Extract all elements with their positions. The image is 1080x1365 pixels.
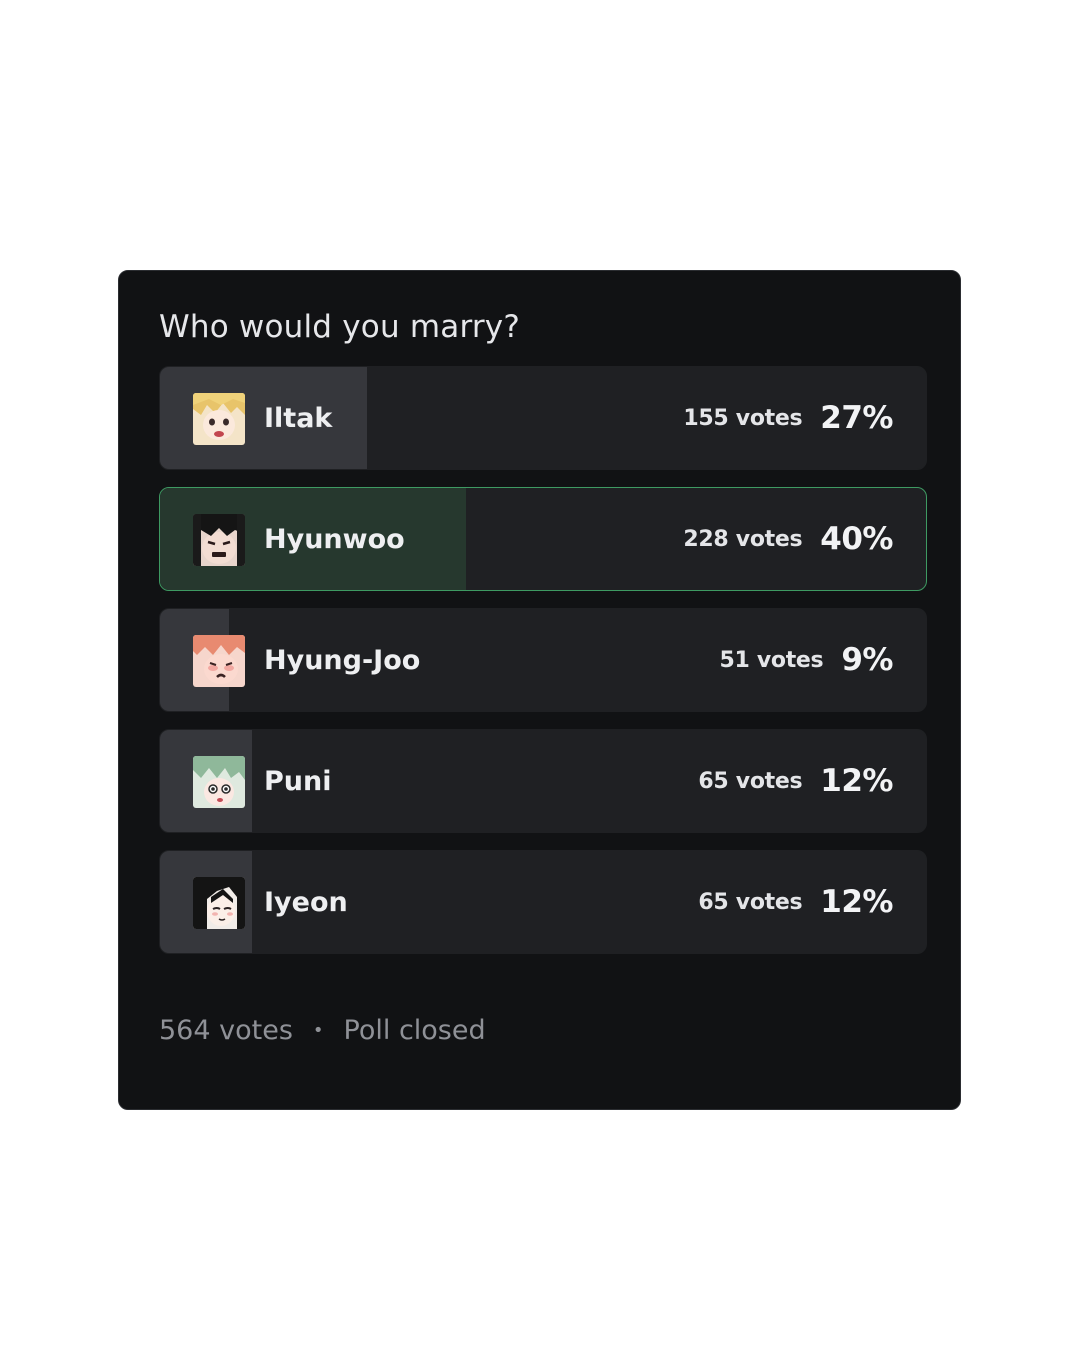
poll-answer-percent: 12%	[820, 763, 893, 799]
poll-answer-label: Puni	[264, 765, 332, 797]
poll-answer-stats: 228 votes 40%	[683, 488, 893, 590]
poll-answer-hyunwoo[interactable]: Hyunwoo 228 votes 40%	[159, 487, 927, 591]
poll-question: Who would you marry?	[159, 309, 520, 345]
green-hair-character-avatar	[193, 756, 245, 808]
poll-answer-percent: 12%	[820, 884, 893, 920]
poll-answer-label: Iyeon	[264, 886, 348, 918]
poll-answer-percent: 40%	[820, 521, 893, 557]
poll-answers: Iltak 155 votes 27% Hyunwoo 228 votes 40…	[159, 366, 927, 971]
poll-status: Poll closed	[343, 1015, 486, 1046]
poll-answer-votes: 65 votes	[698, 768, 803, 794]
poll-answer-label: Hyunwoo	[264, 523, 405, 555]
dark-hair-character-avatar	[193, 514, 245, 566]
poll-footer: 564 votes • Poll closed	[159, 1015, 486, 1046]
poll-answer-stats: 155 votes 27%	[683, 367, 893, 469]
poll-answer-stats: 65 votes 12%	[698, 730, 893, 832]
red-hair-character-avatar	[193, 635, 245, 687]
poll-answer-votes: 65 votes	[698, 889, 803, 915]
separator-dot: •	[312, 1020, 324, 1041]
poll-answer-percent: 27%	[820, 400, 893, 436]
poll-answer-iyeon[interactable]: Iyeon 65 votes 12%	[159, 850, 927, 954]
poll-answer-hyung-joo[interactable]: Hyung-Joo 51 votes 9%	[159, 608, 927, 712]
poll-answer-votes: 228 votes	[683, 526, 803, 552]
poll-total-votes: 564 votes	[159, 1015, 293, 1046]
poll-answer-label: Iltak	[264, 402, 333, 434]
blond-character-avatar	[193, 393, 245, 445]
poll-answer-stats: 65 votes 12%	[698, 851, 893, 953]
poll-card: Who would you marry? Iltak 155 votes 27%	[118, 270, 961, 1110]
poll-answer-percent: 9%	[841, 642, 893, 678]
poll-answer-iltak[interactable]: Iltak 155 votes 27%	[159, 366, 927, 470]
black-hair-character-avatar	[193, 877, 245, 929]
poll-answer-votes: 155 votes	[683, 405, 803, 431]
poll-answer-stats: 51 votes 9%	[719, 609, 893, 711]
poll-answer-puni[interactable]: Puni 65 votes 12%	[159, 729, 927, 833]
poll-answer-votes: 51 votes	[719, 647, 824, 673]
poll-answer-label: Hyung-Joo	[264, 644, 421, 676]
